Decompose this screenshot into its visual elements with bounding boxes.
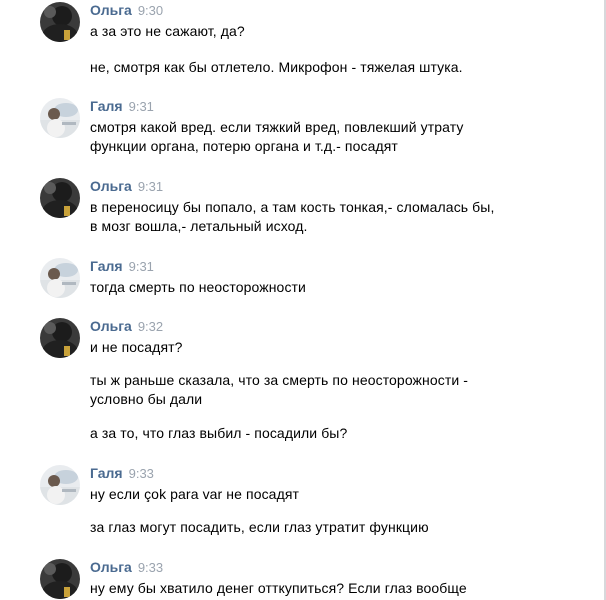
message-text: ты ж раньше сказала, что за смерть по не… (90, 372, 469, 388)
author-name[interactable]: Ольга (90, 559, 132, 575)
author-name[interactable]: Галя (90, 98, 123, 114)
message-header: Ольга 9:31 (90, 178, 163, 196)
author-name[interactable]: Галя (90, 465, 123, 481)
message-text: а за это не сажают, да? (90, 23, 245, 39)
message-text: а за то, что глаз выбил - посадили бы? (90, 425, 348, 441)
message-text: условно бы дали (90, 391, 203, 407)
message-text: смотря какой вред. если тяжкий вред, пов… (90, 119, 464, 135)
message-time: 9:32 (137, 319, 164, 334)
message-header: Ольга 9:32 (90, 318, 163, 336)
message-text: ну ему бы хватило денег отткупиться? Есл… (90, 580, 467, 596)
author-name[interactable]: Ольга (90, 318, 132, 334)
message-header: Галя 9:33 (90, 465, 154, 483)
message-time: 9:31 (137, 179, 164, 194)
message-text: ну если çok para var не посадят (90, 486, 300, 502)
olga-avatar[interactable] (40, 2, 80, 42)
olga-avatar[interactable] (40, 318, 80, 358)
olga-avatar[interactable] (40, 178, 80, 218)
author-name[interactable]: Галя (90, 258, 123, 274)
message-text: и не посадят? (90, 339, 183, 355)
message-text: не, смотря как бы отлетело. Микрофон - т… (90, 59, 463, 75)
message-time: 9:33 (137, 560, 164, 575)
message-header: Галя 9:31 (90, 258, 154, 276)
message-time: 9:30 (137, 3, 164, 18)
message-text: функции органа, потерю органа и т.д.- по… (90, 138, 398, 154)
author-name[interactable]: Ольга (90, 2, 132, 18)
message-time: 9:31 (128, 259, 154, 274)
message-header: Ольга 9:33 (90, 559, 163, 577)
author-name[interactable]: Ольга (90, 178, 132, 194)
message-text: в мозг вошла,- летальный исход. (90, 218, 308, 234)
galya-avatar[interactable] (40, 98, 80, 138)
message-header: Галя 9:31 (90, 98, 154, 116)
message-text: в переносицу бы попало, а там кость тонк… (90, 199, 495, 215)
message-time: 9:31 (128, 99, 154, 114)
message-time: 9:33 (128, 466, 154, 481)
message-text: тогда смерть по неосторожности (90, 279, 306, 295)
message-text: за глаз могут посадить, если глаз утрати… (90, 519, 429, 535)
galya-avatar[interactable] (40, 258, 80, 298)
galya-avatar[interactable] (40, 465, 80, 505)
olga-avatar[interactable] (40, 559, 80, 599)
message-header: Ольга 9:30 (90, 2, 163, 20)
